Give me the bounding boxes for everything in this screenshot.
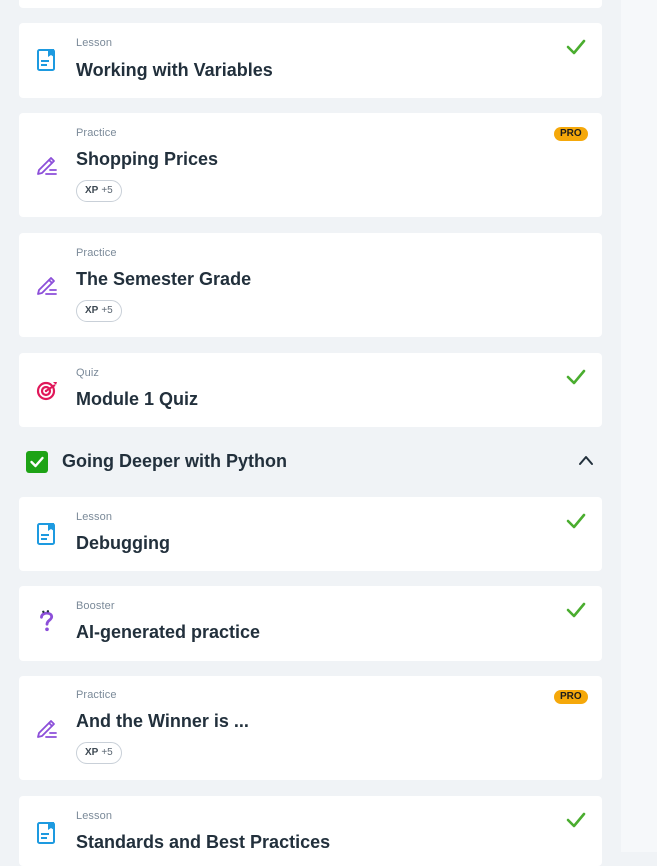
item-title: The Semester Grade [76,269,252,289]
section-complete-checkbox [26,451,48,473]
pro-badge: PRO [554,690,588,704]
xp-value: +5 [101,747,113,758]
lesson-doc-icon [37,49,55,71]
xp-value: +5 [101,185,113,196]
xp-value: +5 [101,305,113,316]
list-item-ai-generated-practice[interactable]: Booster AI-generated practice [19,586,602,661]
checkmark-icon [566,369,586,385]
list-item-working-with-variables[interactable]: Lesson Working with Variables [19,23,602,98]
list-item-and-the-winner-is[interactable]: Practice And the Winner is ... PRO XP +5 [19,676,602,780]
item-title: Shopping Prices [76,149,219,169]
section-title: Going Deeper with Python [62,451,288,471]
item-kind: Practice [76,127,117,139]
checkmark-icon [566,513,586,529]
checkmark-icon [566,812,586,828]
chevron-up-icon[interactable] [578,454,594,466]
pro-badge: PRO [554,127,588,141]
section-header-going-deeper[interactable]: Going Deeper with Python [26,450,602,474]
list-item-standards-best-practices[interactable]: Lesson Standards and Best Practices [19,796,602,866]
list-item-semester-grade[interactable]: Practice The Semester Grade XP +5 [19,233,602,337]
xp-label: XP [85,185,99,196]
check-icon [30,456,44,468]
item-kind: Lesson [76,511,113,523]
item-kind: Lesson [76,810,113,822]
list-item-debugging[interactable]: Lesson Debugging [19,497,602,571]
item-kind: Booster [76,600,115,612]
checkmark-icon [566,602,586,618]
quiz-target-icon [36,381,57,401]
item-kind: Quiz [76,367,100,379]
item-kind: Lesson [76,37,113,49]
list-item-module-1-quiz[interactable]: Quiz Module 1 Quiz [19,353,602,427]
xp-chip: XP +5 [76,180,122,202]
lesson-doc-icon [37,523,55,545]
item-title: Debugging [76,533,170,553]
item-title: Standards and Best Practices [76,832,331,852]
list-item-partial[interactable] [19,0,602,8]
practice-pencil-icon [37,720,57,738]
list-item-shopping-prices[interactable]: Practice Shopping Prices PRO XP +5 [19,113,602,217]
xp-label: XP [85,747,99,758]
item-kind: Practice [76,689,117,701]
xp-chip: XP +5 [76,742,122,764]
xp-label: XP [85,305,99,316]
practice-pencil-icon [37,277,57,295]
lesson-doc-icon [37,822,55,844]
booster-question-icon [40,610,53,632]
practice-pencil-icon [37,157,57,175]
xp-chip: XP +5 [76,300,122,322]
item-title: Module 1 Quiz [76,389,199,409]
item-kind: Practice [76,247,117,259]
item-title: AI-generated practice [76,622,261,642]
checkmark-icon [566,39,586,55]
right-panel-strip [621,0,657,852]
item-title: And the Winner is ... [76,711,249,731]
item-title: Working with Variables [76,60,273,80]
